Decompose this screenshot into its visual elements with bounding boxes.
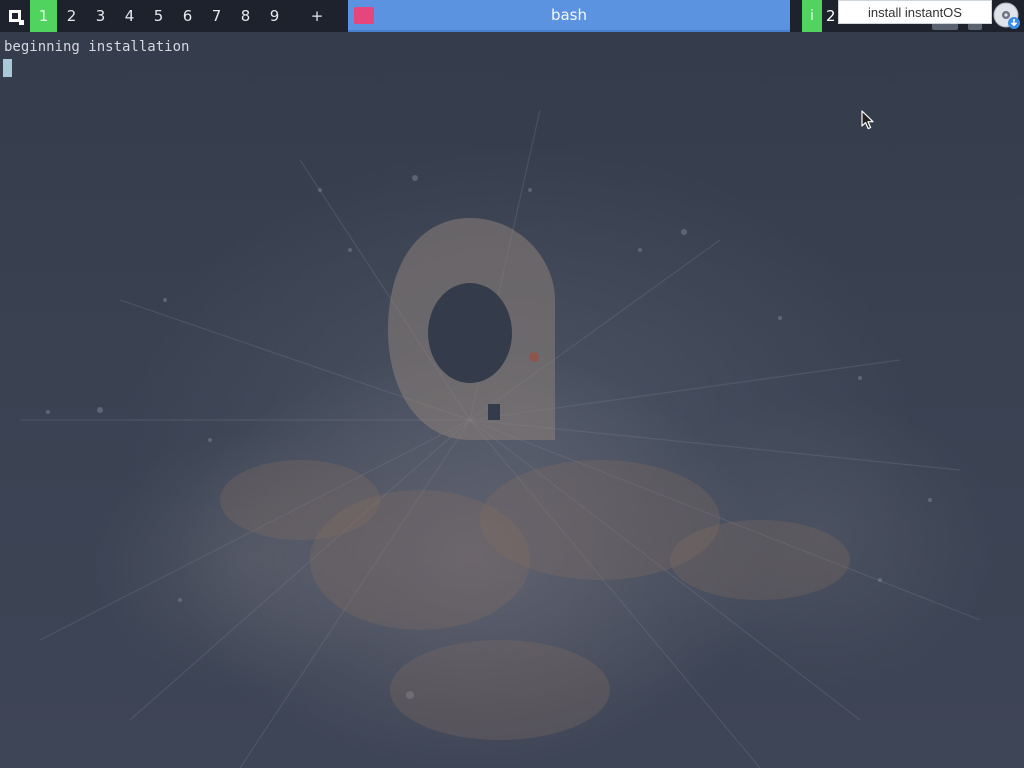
active-window-title[interactable]: bash [348, 0, 790, 32]
tag-4[interactable]: 4 [115, 0, 144, 32]
terminal-output-line: beginning installation [4, 39, 190, 55]
tag-2[interactable]: 2 [57, 0, 86, 32]
tag-9[interactable]: 9 [260, 0, 289, 32]
tag-6[interactable]: 6 [173, 0, 202, 32]
terminal-window[interactable]: beginning installation [0, 32, 1024, 768]
instantmenu-icon[interactable] [0, 0, 30, 32]
tag-7[interactable]: 7 [202, 0, 231, 32]
tag-1[interactable]: 1 [30, 0, 57, 32]
mouse-pointer-icon [861, 110, 875, 134]
tag-8[interactable]: 8 [231, 0, 260, 32]
add-tag-button[interactable]: + [303, 0, 331, 32]
window-title-label: bash [550, 6, 588, 24]
install-disc-icon[interactable] [993, 2, 1021, 30]
tag-3[interactable]: 3 [86, 0, 115, 32]
launcher-glyph [9, 10, 24, 25]
status-indicator[interactable]: i [802, 0, 822, 32]
workspace-tags: 1 2 3 4 5 6 7 8 9 [30, 0, 289, 32]
tag-5[interactable]: 5 [144, 0, 173, 32]
terminal-cursor [3, 59, 12, 77]
install-tooltip: install instantOS [838, 0, 992, 24]
